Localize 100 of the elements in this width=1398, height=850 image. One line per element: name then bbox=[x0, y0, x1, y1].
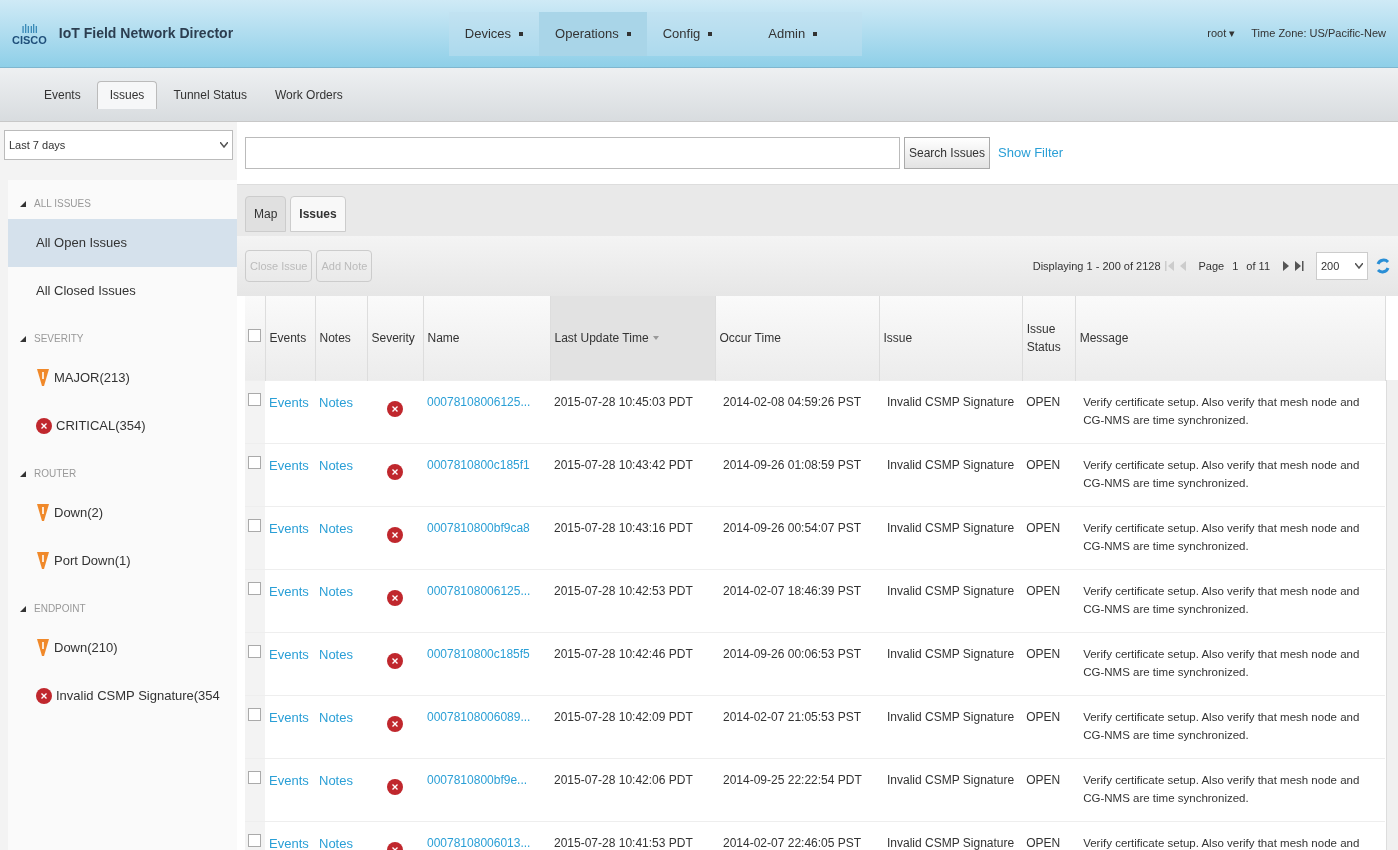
caret-icon bbox=[20, 605, 26, 612]
error-icon bbox=[387, 526, 403, 543]
dropdown-icon bbox=[519, 31, 524, 36]
previous-page-icon[interactable] bbox=[1178, 260, 1187, 272]
logo-mark: ılıılı bbox=[21, 21, 38, 35]
table-cell: Invalid CSMP Signature bbox=[887, 583, 1015, 598]
page-total: of 11 bbox=[1246, 258, 1270, 274]
warning-icon bbox=[36, 503, 50, 523]
column-header[interactable]: Last Update Time bbox=[550, 296, 715, 380]
section-heading: ALL ISSUES bbox=[34, 197, 91, 211]
table-cell: 2014-09-26 00:06:53 PST bbox=[723, 646, 862, 661]
section-heading: ENDPOINT bbox=[34, 602, 86, 616]
page-number[interactable]: 1 bbox=[1228, 257, 1243, 275]
timezone-label: Time Zone: US/Pacific-New bbox=[1251, 26, 1386, 42]
sidebar-item[interactable]: MAJOR(213) bbox=[8, 354, 237, 402]
section-heading: ROUTER bbox=[34, 467, 77, 481]
column-header[interactable]: Severity bbox=[367, 296, 423, 380]
subnav-tab[interactable]: Issues bbox=[96, 80, 158, 109]
table-cell: Verify certificate setup. Also verify that mesh node and CG-NMS are time synchronized. bbox=[1083, 395, 1360, 426]
table-cell: Invalid CSMP Signature bbox=[887, 835, 1015, 850]
sidebar-item[interactable]: All Open Issues bbox=[8, 219, 237, 267]
first-page-icon[interactable] bbox=[1164, 260, 1175, 272]
error-icon bbox=[387, 463, 403, 480]
error-icon bbox=[387, 778, 403, 795]
dropdown-icon bbox=[220, 142, 228, 148]
nav-menu[interactable]: Config bbox=[646, 11, 729, 56]
section-heading: SEVERITY bbox=[34, 332, 84, 346]
row-checkbox[interactable] bbox=[248, 644, 261, 658]
row-checkbox[interactable] bbox=[248, 518, 261, 532]
column-header[interactable]: Occur Time bbox=[715, 296, 879, 380]
nav-menu[interactable]: Admin bbox=[752, 11, 863, 56]
error-icon bbox=[387, 715, 403, 732]
dropdown-icon bbox=[1355, 263, 1363, 269]
caret-icon bbox=[20, 200, 26, 207]
warning-icon bbox=[36, 551, 50, 571]
sidebar-item[interactable]: Down(210) bbox=[8, 624, 237, 672]
row-checkbox[interactable] bbox=[248, 770, 261, 784]
sidebar-item[interactable]: Port Down(1) bbox=[8, 537, 237, 585]
subnav-tab[interactable]: Tunnel Status bbox=[161, 80, 259, 109]
column-header[interactable]: Name bbox=[423, 296, 550, 380]
table-cell: Verify certificate setup. Also verify that mesh node and CG-NMS are time synchronized. bbox=[1083, 584, 1360, 615]
table-cell: 2015-07-28 10:42:09 PDT bbox=[554, 709, 693, 724]
search-button[interactable]: Search Issues bbox=[904, 137, 991, 169]
table-cell: OPEN bbox=[1026, 520, 1061, 535]
column-header[interactable]: Notes bbox=[315, 296, 367, 380]
app-title: IoT Field Network Director bbox=[58, 24, 235, 43]
sidebar-item[interactable]: CRITICAL(354) bbox=[8, 402, 237, 450]
error-icon bbox=[387, 652, 403, 669]
table-cell: Invalid CSMP Signature bbox=[887, 457, 1015, 472]
error-icon bbox=[36, 688, 52, 704]
select-all-checkbox[interactable] bbox=[248, 328, 262, 342]
table-cell: 2015-07-28 10:45:03 PDT bbox=[554, 394, 693, 409]
caret-icon bbox=[20, 335, 26, 342]
table-cell: OPEN bbox=[1026, 709, 1061, 724]
table-cell: 2015-07-28 10:42:53 PDT bbox=[554, 583, 693, 598]
table-cell: Verify certificate setup. Also verify that mesh node and CG-NMS are time synchronized. bbox=[1083, 773, 1360, 804]
nav-menu[interactable]: Operations bbox=[539, 11, 647, 56]
table-cell: Invalid CSMP Signature bbox=[887, 709, 1015, 724]
view-tab[interactable]: Map bbox=[245, 196, 287, 232]
page-size-select[interactable]: 200 bbox=[1316, 252, 1368, 280]
table-cell: Verify certificate setup. Also verify that mesh node and bbox=[1083, 836, 1360, 849]
last-page-icon[interactable] bbox=[1294, 260, 1304, 272]
dropdown-icon bbox=[708, 31, 713, 36]
row-checkbox[interactable] bbox=[248, 707, 261, 721]
view-tab[interactable]: Issues bbox=[290, 196, 346, 232]
sidebar-item[interactable]: Down(2) bbox=[8, 489, 237, 537]
table-cell: 2014-02-07 18:46:39 PST bbox=[723, 583, 862, 598]
error-icon bbox=[387, 589, 403, 606]
nav-menu[interactable]: Devices bbox=[448, 11, 540, 56]
table-cell: Verify certificate setup. Also verify that mesh node and CG-NMS are time synchronized. bbox=[1083, 710, 1360, 741]
table-cell: OPEN bbox=[1026, 772, 1061, 787]
range-select[interactable]: Last 7 days bbox=[4, 130, 233, 160]
table-cell: 2014-09-25 22:22:54 PDT bbox=[723, 772, 862, 787]
table-cell: Verify certificate setup. Also verify that mesh node and CG-NMS are time synchronized. bbox=[1083, 521, 1360, 552]
table-cell: Invalid CSMP Signature bbox=[887, 394, 1015, 409]
table-cell: OPEN bbox=[1026, 394, 1061, 409]
column-header[interactable]: Message bbox=[1075, 296, 1386, 380]
caret-icon bbox=[20, 470, 26, 477]
user-menu[interactable]: root ▾ bbox=[1207, 25, 1236, 42]
row-checkbox[interactable] bbox=[248, 455, 261, 469]
table-cell: 2015-07-28 10:41:53 PDT bbox=[554, 835, 693, 850]
column-header[interactable]: Issue bbox=[879, 296, 1023, 380]
row-checkbox[interactable] bbox=[248, 581, 261, 595]
subnav-tab[interactable]: Events bbox=[32, 80, 93, 109]
row-checkbox[interactable] bbox=[248, 392, 261, 406]
row-checkbox[interactable] bbox=[248, 833, 261, 847]
sidebar-item[interactable]: Invalid CSMP Signature(354 bbox=[8, 672, 237, 720]
sidebar-item[interactable]: All Closed Issues bbox=[8, 267, 237, 315]
table-cell: OPEN bbox=[1026, 583, 1061, 598]
table-cell: Invalid CSMP Signature bbox=[887, 772, 1015, 787]
column-header[interactable]: Events bbox=[265, 296, 315, 380]
warning-icon bbox=[36, 368, 50, 388]
subnav-tab[interactable]: Work Orders bbox=[263, 80, 355, 109]
search-field[interactable] bbox=[245, 137, 900, 169]
table-cell: OPEN bbox=[1026, 457, 1061, 472]
column-header[interactable]: Issue Status bbox=[1022, 296, 1076, 380]
warning-icon bbox=[36, 638, 50, 658]
refresh-icon[interactable] bbox=[1376, 256, 1390, 276]
page-label: Page bbox=[1198, 258, 1225, 274]
next-page-icon[interactable] bbox=[1282, 260, 1290, 272]
